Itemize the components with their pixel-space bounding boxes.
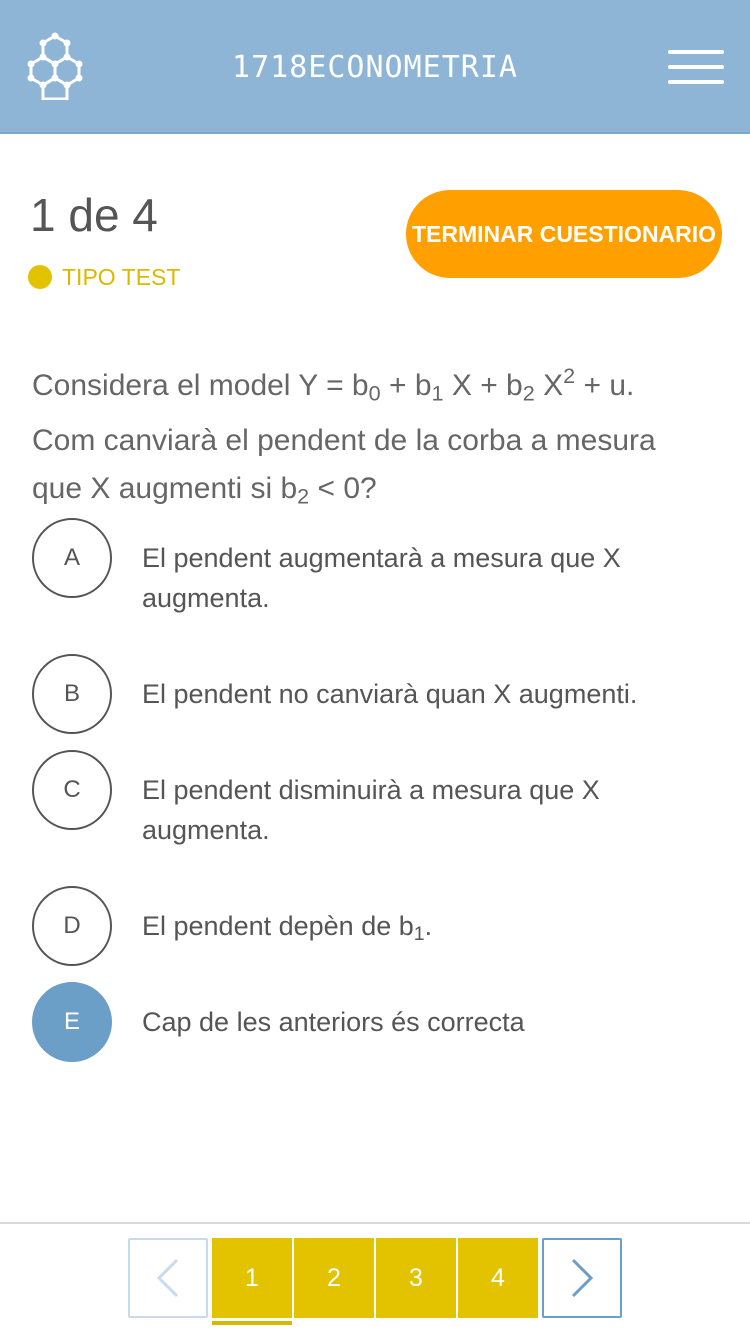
chevron-left-icon — [156, 1258, 179, 1298]
quiz-type-badge: TIPO TEST — [28, 262, 180, 292]
option-letter[interactable]: B — [32, 654, 112, 734]
option-letter[interactable]: A — [32, 518, 112, 598]
chevron-right-icon — [571, 1258, 594, 1298]
next-button[interactable] — [542, 1238, 622, 1318]
bottom-divider — [0, 1222, 750, 1224]
option-text[interactable]: El pendent disminuirà a mesura que X aug… — [142, 770, 702, 850]
question-counter: 1 de 4 — [30, 189, 158, 241]
top-bar: 1718ECONOMETRIA — [0, 0, 750, 134]
option-letter[interactable]: D — [32, 886, 112, 966]
page-button-4[interactable]: 4 — [458, 1238, 538, 1318]
option-text[interactable]: El pendent augmentarà a mesura que X aug… — [142, 538, 702, 618]
option-text[interactable]: El pendent depèn de b1. — [142, 906, 702, 954]
option-letter[interactable]: C — [32, 750, 112, 830]
question-text: Considera el model Y = b0 + b1 X + b2 X2… — [32, 363, 656, 509]
app-title: 1718ECONOMETRIA — [232, 50, 518, 85]
finish-quiz-button[interactable]: TERMINAR CUESTIONARIO — [406, 190, 722, 278]
page-button-1[interactable]: 1 — [212, 1238, 292, 1318]
current-page-indicator — [212, 1321, 292, 1325]
type-dot-icon — [28, 265, 52, 289]
hamburger-menu-icon[interactable] — [668, 50, 724, 86]
option-letter-selected[interactable]: E — [32, 982, 112, 1062]
quiz-type-label: TIPO TEST — [62, 263, 181, 290]
page-button-2[interactable]: 2 — [294, 1238, 374, 1318]
previous-button[interactable] — [128, 1238, 208, 1318]
option-text[interactable]: Cap de les anteriors és correcta — [142, 1002, 702, 1042]
page-button-3[interactable]: 3 — [376, 1238, 456, 1318]
option-text[interactable]: El pendent no canviarà quan X augmenti. — [142, 674, 702, 714]
